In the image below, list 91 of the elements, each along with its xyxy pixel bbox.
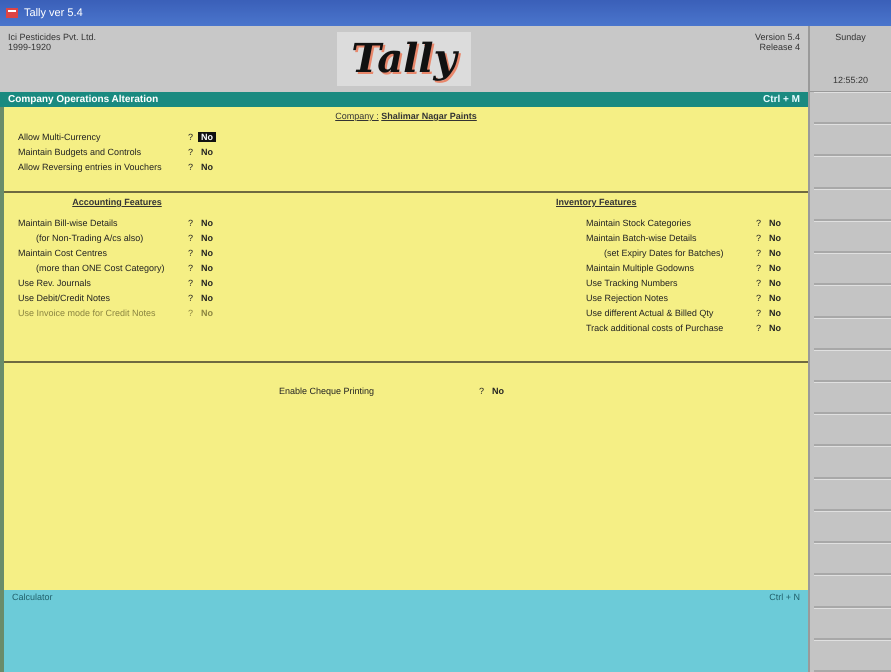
blank-button[interactable] (814, 543, 891, 576)
blank-button[interactable] (814, 608, 891, 640)
version-text: Version 5.4 (754, 32, 800, 42)
blank-button[interactable] (814, 382, 891, 414)
value-field[interactable]: No (766, 292, 784, 302)
blank-button[interactable] (814, 350, 891, 382)
value-field[interactable]: No (766, 218, 784, 228)
value-field[interactable]: No (198, 146, 216, 156)
field-label: Maintain Budgets and Controls (18, 146, 142, 156)
value-field[interactable]: No (766, 278, 784, 288)
field-label: Maintain Multiple Godowns (586, 262, 696, 272)
calculator-title: Calculator (12, 592, 53, 602)
blank-button[interactable] (814, 640, 891, 672)
field-label: Use Debit/Credit Notes (18, 292, 112, 302)
prompt-mark: ? (188, 162, 194, 172)
blank-button[interactable] (814, 156, 891, 189)
blank-button[interactable] (814, 285, 891, 318)
value-field[interactable]: No (766, 308, 784, 318)
value-field[interactable]: No (198, 232, 216, 242)
prompt-mark: ? (188, 146, 194, 156)
field-label: Track additional costs of Purchase (586, 322, 724, 332)
blank-button[interactable] (814, 220, 891, 254)
prompt-mark: ? (756, 292, 762, 302)
prompt-mark: ? (188, 248, 194, 258)
prompt-mark: ? (188, 292, 194, 302)
release-text: Release 4 (758, 42, 800, 52)
field-label: Use Invoice mode for Credit Notes (18, 308, 157, 318)
field-label: Use Rejection Notes (586, 292, 670, 302)
field-label: Maintain Stock Categories (586, 218, 692, 228)
value-field[interactable]: No (198, 248, 216, 258)
prompt-mark: ? (756, 232, 762, 242)
field-label: Use different Actual & Billed Qty (586, 308, 714, 318)
prompt-mark: ? (188, 262, 194, 272)
period-text: 1999-1920 (8, 42, 52, 52)
value-field[interactable]: No (198, 292, 216, 302)
value-field[interactable]: No (198, 278, 216, 288)
value-field[interactable]: No (198, 132, 216, 142)
field-label: Maintain Batch-wise Details (586, 232, 698, 242)
screen-title: Company Operations Alteration (8, 94, 158, 105)
section-heading: Accounting Features (72, 197, 162, 207)
prompt-mark: ? (188, 132, 194, 142)
shortcut-text: Ctrl + M (763, 94, 800, 105)
blank-button[interactable] (814, 446, 891, 479)
prompt-mark: ? (756, 322, 762, 332)
shortcut-text: Ctrl + N (769, 592, 800, 602)
blank-button[interactable] (814, 575, 891, 608)
prompt-mark: ? (188, 308, 194, 318)
prompt-mark: ? (188, 278, 194, 288)
day-text: Sunday (835, 32, 866, 42)
field-label: Use Tracking Numbers (586, 278, 679, 288)
blank-button[interactable] (814, 510, 891, 544)
time-text: 12:55:20 (832, 75, 868, 85)
prompt-mark: ? (756, 218, 762, 228)
value-field[interactable]: No (766, 248, 784, 258)
blank-button[interactable] (814, 188, 891, 221)
section-heading: Inventory Features (556, 197, 637, 207)
field-label: (for Non-Trading A/cs also) (35, 232, 144, 242)
blank-button[interactable] (814, 318, 891, 350)
field-label: Use Rev. Journals (18, 278, 92, 288)
prompt-mark: ? (756, 262, 762, 272)
field-label: (more than ONE Cost Category) (35, 262, 166, 272)
prompt-mark: ? (188, 218, 194, 228)
field-label: Enable Cheque Printing (279, 386, 376, 396)
company-value: Shalimar Nagar Paints (381, 111, 477, 121)
prompt-mark: ? (479, 386, 486, 396)
company-label: Company : (335, 111, 379, 121)
value-field[interactable]: No (766, 322, 784, 332)
value-field[interactable]: No (489, 386, 507, 396)
blank-button[interactable] (814, 478, 891, 511)
value-field[interactable]: No (198, 262, 216, 272)
prompt-mark: ? (756, 248, 762, 258)
window-title: Tally ver 5.4 (24, 7, 83, 19)
prompt-mark: ? (188, 232, 194, 242)
blank-button[interactable] (814, 414, 891, 446)
field-label: (set Expiry Dates for Batches) (603, 248, 725, 258)
blank-button[interactable] (814, 92, 891, 124)
app-icon (6, 8, 18, 18)
value-field[interactable]: No (766, 232, 784, 242)
field-label: Maintain Bill-wise Details (18, 218, 119, 228)
blank-button[interactable] (814, 124, 891, 156)
logo: Tally (337, 32, 471, 86)
value-field[interactable]: No (198, 218, 216, 228)
field-label: Allow Multi-Currency (18, 132, 102, 142)
prompt-mark: ? (756, 278, 762, 288)
field-label: Maintain Cost Centres (18, 248, 108, 258)
field-label: Allow Reversing entries in Vouchers (18, 162, 163, 172)
prompt-mark: ? (756, 308, 762, 318)
value-field[interactable]: No (198, 162, 216, 172)
value-field[interactable]: No (766, 262, 784, 272)
company-name: Ici Pesticides Pvt. Ltd. (8, 32, 98, 42)
blank-button[interactable] (814, 253, 891, 286)
